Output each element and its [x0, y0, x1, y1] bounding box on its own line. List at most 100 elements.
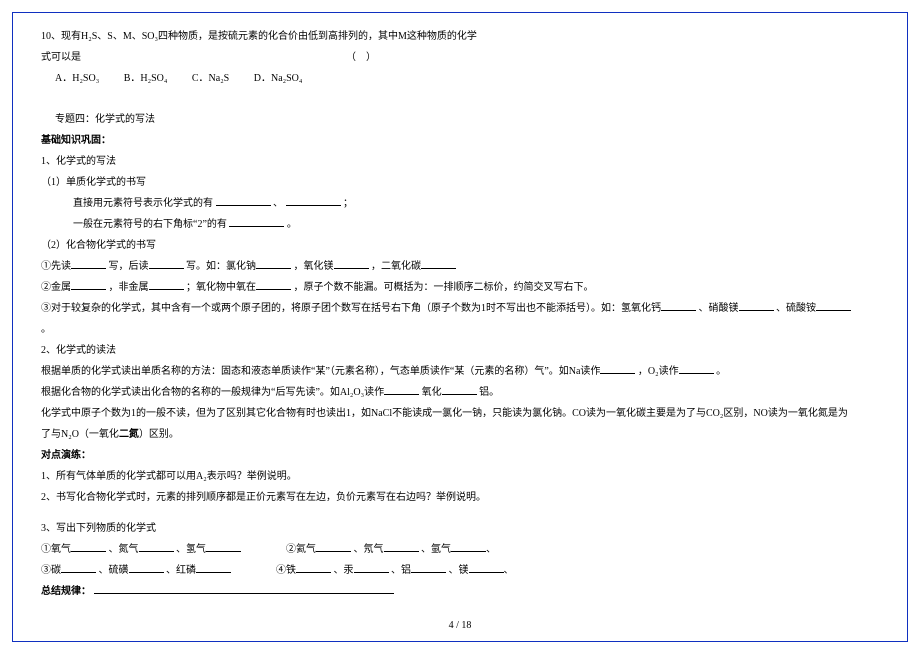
page-footer: 4 / 18 — [13, 616, 907, 635]
q10-line1: 10、现有H₂S、S、M、SO₃四种物质，是按硫元素的化合价由低到高排列的，其中… — [41, 27, 879, 46]
txt: 、硝酸镁 — [699, 303, 739, 314]
q10-options: A．H₂SO₃ B．H₂SO₄ C．Na₂S D．Na₂SO₄ — [41, 69, 879, 88]
blank — [661, 300, 696, 311]
s2-l1: 根据单质的化学式读出单质名称的方法：固态和液态单质读作“某”（元素名称），气态单… — [41, 362, 879, 381]
txt: 、氖气 — [354, 544, 384, 555]
blank — [442, 384, 477, 395]
txt: 氧化 — [422, 387, 442, 398]
punct: ； — [343, 198, 353, 209]
txt: 写，后读 — [109, 261, 149, 272]
pr1: 1、所有气体单质的化学式都可以用A₂表示吗？举例说明。 — [41, 467, 879, 486]
blank — [816, 300, 851, 311]
basics-title: 基础知识巩固： — [41, 131, 879, 150]
blank — [600, 363, 635, 374]
blank — [384, 384, 419, 395]
blank — [286, 195, 341, 206]
s1-p2: （2）化合物化学式的书写 — [41, 236, 879, 255]
q10-opt-a: A．H₂SO₃ — [55, 69, 99, 88]
txt: 、镁 — [449, 565, 469, 576]
txt: 根据单质的化学式读出单质名称的方法：固态和液态单质读作“某”（元素名称），气态单… — [41, 366, 600, 377]
txt: 铝。 — [479, 387, 499, 398]
blank — [196, 562, 231, 573]
blank — [739, 300, 774, 311]
blank — [296, 562, 331, 573]
s2-l3: 化学式中原子个数为1的一般不读，但为了区别其它化合物有时也读出1，如NaCl不能… — [41, 404, 879, 423]
blank — [71, 541, 106, 552]
txt: 了与N₂O（一氧化 — [41, 429, 119, 440]
txt: ①先读 — [41, 261, 71, 272]
pr3-row1: ①氧气 、氮气 、氢气 ②氦气 、氖气 、氩气、 — [41, 540, 879, 559]
txt: 、铝 — [391, 565, 411, 576]
txt: ②氦气 — [286, 544, 316, 555]
s1-p1: （1）单质化学式的书写 — [41, 173, 879, 192]
sep: 、 — [273, 198, 283, 209]
pr2: 2、书写化合物化学式时，元素的排列顺序都是正价元素写在左边，负价元素写在右边吗？… — [41, 488, 879, 507]
s1-p2c: ③对于较复杂的化学式，其中含有一个或两个原子团的，将原子团个数写在括号右下角（原… — [41, 299, 879, 318]
blank — [679, 363, 714, 374]
blank — [206, 541, 241, 552]
blank — [256, 258, 291, 269]
s1-p1a-text: 直接用元素符号表示化学式的有 — [73, 198, 213, 209]
txt: 、硫酸铵 — [776, 303, 816, 314]
txt: ）区别。 — [139, 429, 179, 440]
blank — [411, 562, 446, 573]
txt-bold: 二氮 — [119, 429, 139, 440]
summary-row: 总结规律： — [41, 582, 879, 601]
blank — [469, 562, 504, 573]
s1-heading: 1、化学式的写法 — [41, 152, 879, 171]
s1-p2a: ①先读 写，后读 写。如：氯化钠 ，氧化镁 ，二氧化碳 — [41, 257, 879, 276]
summary-label: 总结规律： — [41, 586, 91, 597]
blank — [139, 541, 174, 552]
blank — [71, 258, 106, 269]
txt: 。 — [716, 366, 726, 377]
txt: 、汞 — [334, 565, 354, 576]
blank — [421, 258, 456, 269]
txt: ，氧化镁 — [294, 261, 334, 272]
txt: 、硫磺 — [99, 565, 129, 576]
txt: ，二氧化碳 — [371, 261, 421, 272]
blank-long — [94, 583, 394, 594]
txt: 写。如：氯化钠 — [186, 261, 256, 272]
s1-p1a: 直接用元素符号表示化学式的有 、 ； — [41, 194, 879, 213]
txt: ，原子个数不能漏。可概括为：一排顺序二标价，约简交叉写右下。 — [294, 282, 594, 293]
pr3-heading: 3、写出下列物质的化学式 — [41, 519, 879, 538]
txt: 、氮气 — [109, 544, 139, 555]
document-page: 10、现有H₂S、S、M、SO₃四种物质，是按硫元素的化合价由低到高排列的，其中… — [12, 12, 908, 642]
txt: ，非金属 — [109, 282, 149, 293]
txt: ①氧气 — [41, 544, 71, 555]
txt: 、氢气 — [176, 544, 206, 555]
s1-p1b: 一般在元素符号的右下角标“2”的有 。 — [41, 215, 879, 234]
txt: ②金属 — [41, 282, 71, 293]
blank — [316, 541, 351, 552]
s2-l4: 了与N₂O（一氧化二氮）区别。 — [41, 425, 879, 444]
blank — [129, 562, 164, 573]
s1-p1b-text: 一般在元素符号的右下角标“2”的有 — [73, 219, 227, 230]
txt: 、红磷 — [166, 565, 196, 576]
q10-opt-c: C．Na₂S — [192, 69, 229, 88]
blank — [61, 562, 96, 573]
s2-heading: 2、化学式的读法 — [41, 341, 879, 360]
blank — [354, 562, 389, 573]
txt: 根据化合物的化学式读出化合物的名称的一般规律为“后写先读”。如Al₂O₃读作 — [41, 387, 384, 398]
blank — [149, 279, 184, 290]
punct: 。 — [287, 219, 297, 230]
blank — [71, 279, 106, 290]
topic4-heading: 专题四：化学式的写法 — [41, 110, 879, 129]
s1-p2b: ②金属 ，非金属 ；氧化物中氧在 ，原子个数不能漏。可概括为：一排顺序二标价，约… — [41, 278, 879, 297]
txt: ，O₂读作 — [638, 366, 679, 377]
practice-title: 对点演练： — [41, 446, 879, 465]
pr3-row2: ③碳 、硫磺 、红磷 ④铁 、汞 、铝 、镁、 — [41, 561, 879, 580]
txt: ；氧化物中氧在 — [186, 282, 256, 293]
s1-p2c-end: 。 — [41, 320, 879, 339]
blank — [149, 258, 184, 269]
txt: ④铁 — [276, 565, 296, 576]
s2-l2: 根据化合物的化学式读出化合物的名称的一般规律为“后写先读”。如Al₂O₃读作 氧… — [41, 383, 879, 402]
blank — [384, 541, 419, 552]
blank — [229, 216, 284, 227]
txt: ③碳 — [41, 565, 61, 576]
txt: ③对于较复杂的化学式，其中含有一个或两个原子团的，将原子团个数写在括号右下角（原… — [41, 303, 661, 314]
q10-paren: （ ） — [346, 52, 376, 63]
q10-line2: 式可以是 （ ） — [41, 48, 879, 67]
q10-opt-b: B．H₂SO₄ — [124, 69, 168, 88]
txt: 、氩气 — [421, 544, 451, 555]
